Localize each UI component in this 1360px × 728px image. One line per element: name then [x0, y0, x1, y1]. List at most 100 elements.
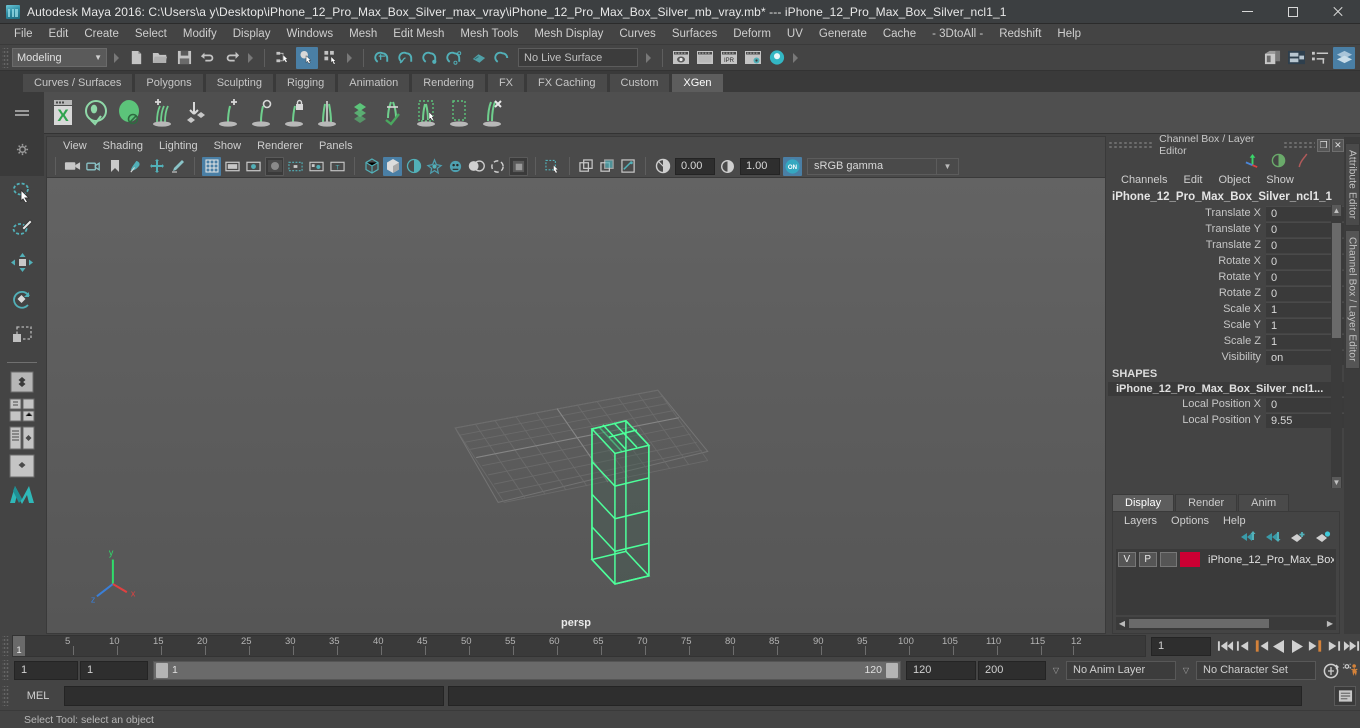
scroll-up-arrow-icon[interactable]: ▲ [1332, 205, 1341, 216]
xgen-lock-icon[interactable] [279, 96, 309, 130]
step-back-frame-icon[interactable] [1252, 636, 1270, 656]
shelf-tab-rendering[interactable]: Rendering [411, 73, 486, 92]
layer-name[interactable]: iPhone_12_Pro_Max_Box [1203, 554, 1334, 566]
timeline-grip[interactable] [2, 636, 9, 656]
channel-row-translate-y[interactable]: Translate Y 0 [1108, 221, 1344, 237]
current-time-indicator[interactable]: 1 [13, 636, 25, 656]
menu-3dtoall[interactable]: - 3DtoAll - [924, 25, 991, 44]
resolution-gate-icon[interactable] [244, 157, 263, 176]
snap-to-view-plane-icon[interactable] [467, 47, 489, 69]
section-collapse-1[interactable] [113, 50, 121, 66]
go-to-end-icon[interactable] [1342, 636, 1360, 656]
layer-menu-help[interactable]: Help [1216, 514, 1253, 528]
xgen-clump-icon[interactable] [246, 96, 276, 130]
curve-icon[interactable] [1296, 153, 1310, 171]
bookmark-icon[interactable] [105, 157, 124, 176]
menu-curves[interactable]: Curves [611, 25, 663, 44]
exposure-icon[interactable] [653, 157, 672, 176]
channel-box-icon[interactable] [1333, 46, 1355, 69]
panel-float-button[interactable]: ❐ [1317, 138, 1330, 152]
viewport-display-toggle-icon[interactable] [619, 157, 638, 176]
safe-title-icon[interactable]: T [328, 157, 347, 176]
shelf-options-gear-icon[interactable] [16, 143, 29, 159]
minimize-button[interactable] [1225, 0, 1270, 24]
statusline-grip[interactable] [2, 47, 9, 68]
channel-row-scale-z[interactable]: Scale Z 1 [1108, 333, 1344, 349]
gamma-icon[interactable] [718, 157, 737, 176]
new-layer-from-selected-icon[interactable] [1315, 530, 1331, 546]
rangeslider-grip[interactable] [2, 660, 9, 680]
open-scene-icon[interactable] [149, 47, 171, 69]
current-frame-field[interactable]: 1 [1151, 636, 1211, 656]
range-slider[interactable]: 1 120 [153, 660, 901, 680]
section-collapse-5[interactable] [792, 50, 800, 66]
menu-redshift[interactable]: Redshift [991, 25, 1049, 44]
anim-layer-selector[interactable]: No Anim Layer [1066, 660, 1176, 680]
perspective-viewport[interactable]: y z x persp [46, 177, 1106, 634]
shelf-tab-fx[interactable]: FX [486, 73, 526, 92]
xray-active-components-icon[interactable] [598, 157, 617, 176]
xgen-preview-icon[interactable] [81, 96, 111, 130]
shelf-menu-icon[interactable] [15, 109, 29, 122]
show-hide-editors-icon[interactable] [1261, 47, 1283, 69]
ambient-occlusion-icon[interactable] [467, 157, 486, 176]
menu-mesh-display[interactable]: Mesh Display [526, 25, 611, 44]
menu-help[interactable]: Help [1049, 25, 1089, 44]
render-current-frame-icon[interactable] [670, 47, 692, 69]
range-start-field[interactable]: 1 [80, 660, 148, 680]
section-collapse-2[interactable] [247, 50, 255, 66]
range-start-handle[interactable] [156, 662, 168, 678]
render-settings-icon[interactable] [742, 47, 764, 69]
snap-to-projected-center-icon[interactable] [443, 47, 465, 69]
character-set-selector[interactable]: No Character Set [1196, 660, 1316, 680]
menu-set-selector[interactable]: Modeling ▼ [12, 48, 107, 67]
shelf-tab-sculpting[interactable]: Sculpting [204, 73, 274, 92]
smooth-shade-icon[interactable] [383, 156, 402, 176]
select-camera-icon[interactable] [63, 157, 82, 176]
undo-icon[interactable] [197, 47, 219, 69]
section-collapse-3[interactable] [346, 50, 354, 66]
exposure-value-field[interactable]: 0.00 [675, 157, 715, 175]
scroll-down-arrow-icon[interactable]: ▼ [1332, 477, 1341, 488]
2d-pan-zoom-icon[interactable] [147, 157, 166, 176]
xgen-remove-icon[interactable] [477, 96, 507, 130]
shape-node-name[interactable]: iPhone_12_Pro_Max_Box_Silver_ncl1... [1108, 382, 1344, 396]
xgen-density-icon[interactable] [180, 96, 210, 130]
layer-list[interactable]: V P iPhone_12_Pro_Max_Box [1116, 549, 1336, 615]
animation-preferences-icon[interactable] [1342, 660, 1360, 680]
menu-surfaces[interactable]: Surfaces [664, 25, 725, 44]
shelf-tab-curves-surfaces[interactable]: Curves / Surfaces [22, 73, 134, 92]
channel-row-rotate-x[interactable]: Rotate X 0 [1108, 253, 1344, 269]
channel-row-local-position-y[interactable]: Local Position Y 9.55 [1108, 412, 1344, 428]
side-tab-attribute-editor[interactable]: Attribute Editor [1344, 143, 1360, 227]
paint-select-tool[interactable] [5, 210, 39, 244]
layer-tab-anim[interactable]: Anim [1238, 494, 1290, 511]
make-live-icon[interactable] [491, 47, 513, 69]
section-collapse-4[interactable] [645, 50, 653, 66]
four-view-icon[interactable] [4, 397, 40, 423]
render-sequence-icon[interactable] [694, 47, 716, 69]
shelf-tab-xgen[interactable]: XGen [671, 73, 724, 92]
menu-modify[interactable]: Modify [175, 25, 225, 44]
xgen-mask-icon[interactable] [444, 96, 474, 130]
auto-keyframe-icon[interactable] [1322, 660, 1340, 680]
anim-layer-dropdown-arrow[interactable]: ▽ [1048, 666, 1064, 675]
step-forward-keyframe-icon[interactable] [1324, 636, 1342, 656]
layer-visibility-toggle[interactable]: V [1118, 552, 1136, 567]
gate-mask-icon[interactable] [265, 156, 284, 176]
channel-row-translate-x[interactable]: Translate X 0 [1108, 205, 1344, 221]
vp-menu-view[interactable]: View [55, 139, 95, 153]
time-slider[interactable]: 1 5 10 15 20 25 30 35 40 45 50 55 60 65 … [12, 635, 1146, 657]
view-transform-toggle-icon[interactable]: ON [783, 156, 802, 176]
camera-attributes-icon[interactable] [84, 157, 103, 176]
menu-windows[interactable]: Windows [278, 25, 341, 44]
shelf-tab-custom[interactable]: Custom [608, 73, 671, 92]
channel-row-local-position-x[interactable]: Local Position X 0 [1108, 396, 1344, 412]
shelf-tab-rigging[interactable]: Rigging [274, 73, 337, 92]
color-space-selector[interactable]: sRGB gamma [807, 157, 937, 175]
cmdline-grip[interactable] [2, 686, 9, 706]
command-output-field[interactable] [448, 686, 1302, 706]
live-surface-field[interactable]: No Live Surface [518, 48, 638, 67]
rotate-tool[interactable] [5, 282, 39, 316]
channel-row-rotate-z[interactable]: Rotate Z 0 [1108, 285, 1344, 301]
